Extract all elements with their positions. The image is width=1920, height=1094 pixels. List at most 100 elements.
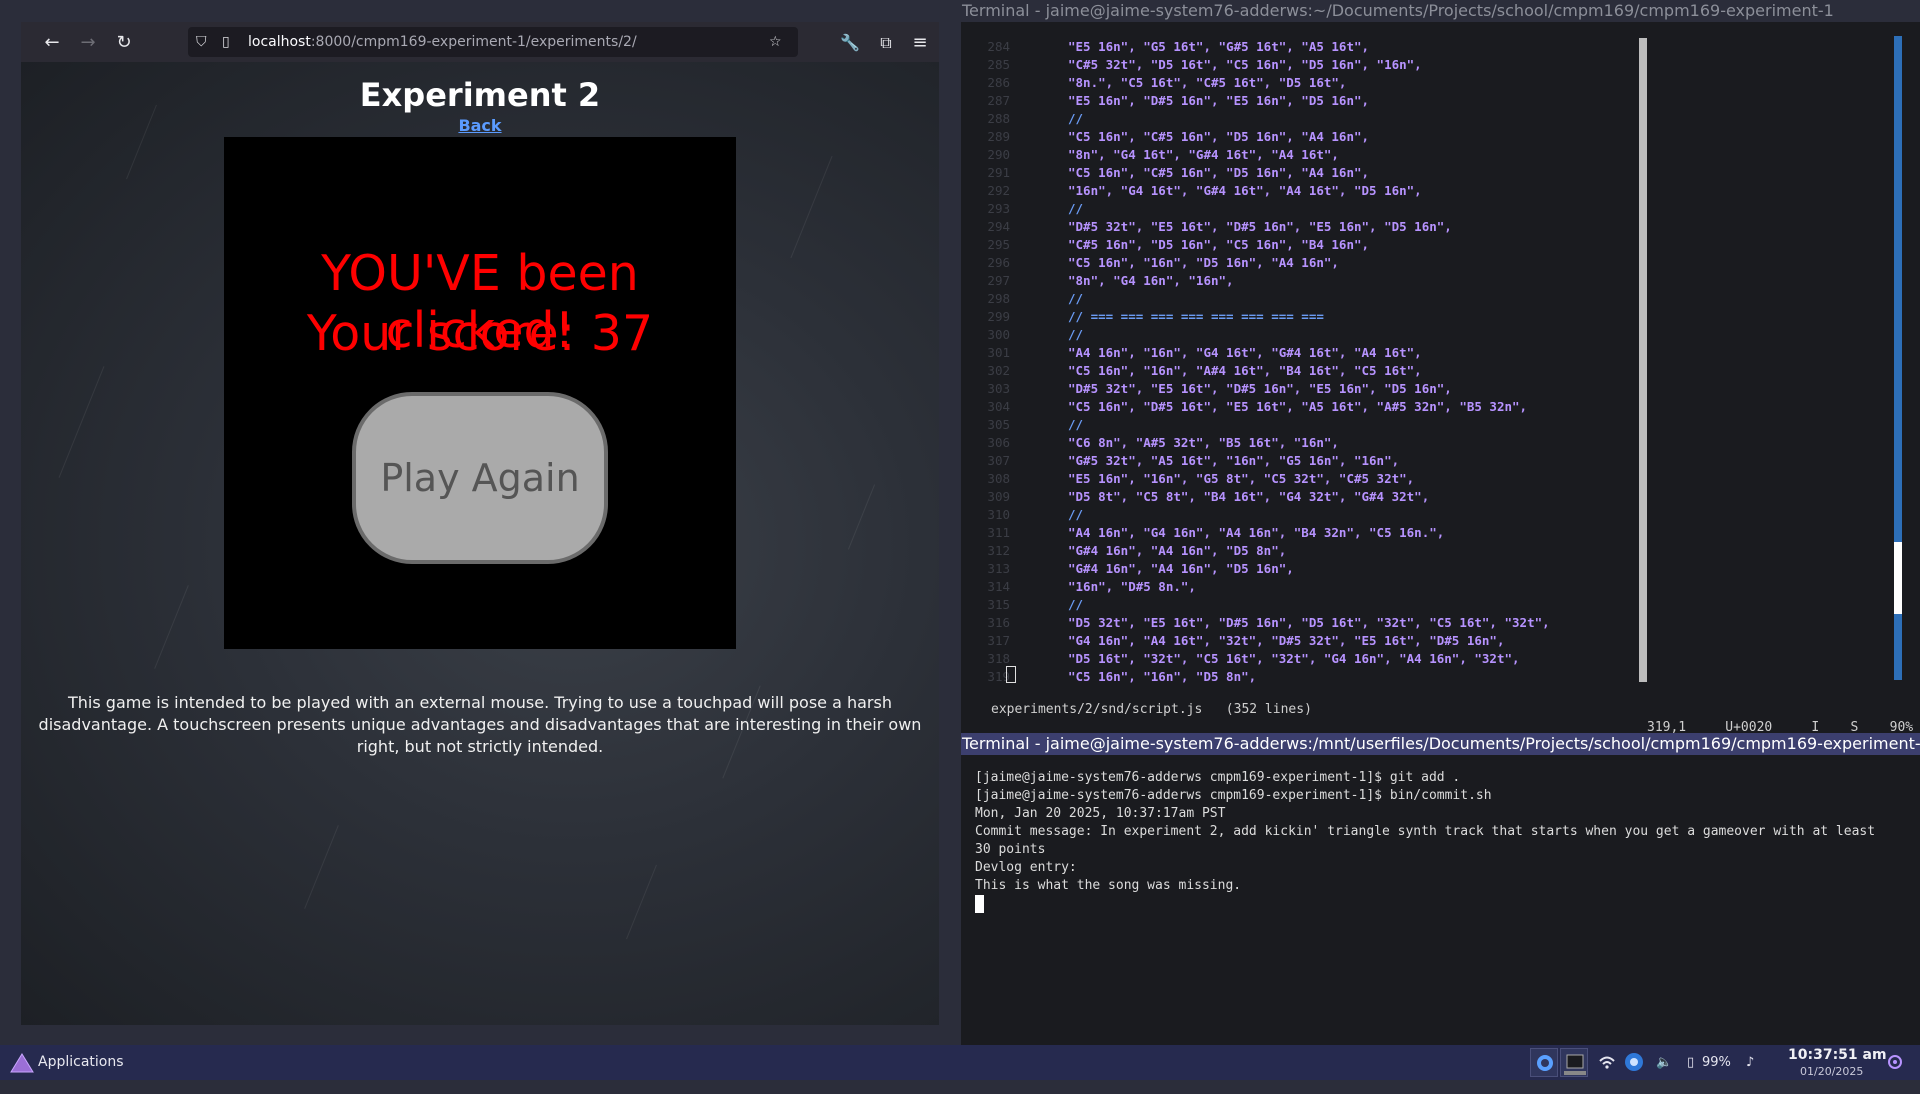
line-number: 289 [987,129,1010,144]
code-line: 313 "G#4 16n", "A4 16n", "D5 16n", [961,560,1293,578]
code-line: 301 "A4 16n", "16n", "G4 16t", "G#4 16t",… [961,344,1422,362]
code-text: "A4 16n", "G4 16n", "A4 16n", "B4 32n", … [1068,525,1445,540]
menu-icon[interactable]: ≡ [907,30,933,56]
code-text: "A4 16n", "16n", "G4 16t", "G#4 16t", "A… [1068,345,1422,360]
code-text: "G#5 32t", "A5 16t", "16n", "G5 16n", "1… [1068,453,1400,468]
line-number: 295 [987,237,1010,252]
code-text: "E5 16n", "D#5 16n", "E5 16n", "D5 16n", [1068,93,1370,108]
line-number: 290 [987,147,1010,162]
shell-line: Devlog entry: [975,860,1077,875]
url-bar[interactable]: ⛉ ▯ localhost:8000/cmpm169-experiment-1/… [188,27,798,57]
code-line: 285 "C#5 32t", "D5 16t", "C5 16n", "D5 16… [961,56,1421,74]
applications-menu-icon[interactable] [10,1053,34,1073]
terminal-1[interactable]: 284 "E5 16n", "G5 16t", "G#5 16t", "A5 16… [961,22,1920,733]
line-number: 306 [987,435,1010,450]
line-number: 304 [987,399,1010,414]
star-icon[interactable]: ☆ [769,27,782,57]
disclaimer-text: This game is intended to be played with … [38,693,922,756]
code-line: 306 "C6 8n", "A#5 32t", "B5 16t", "16n", [961,434,1339,452]
line-number: 301 [987,345,1010,360]
notification-bell-icon[interactable]: ♪ [1746,1045,1754,1080]
code-text: "C#5 16n", "D5 16n", "C5 16n", "B4 16n", [1068,237,1370,252]
shell-line: Commit message: In experiment 2, add kic… [975,824,1876,839]
line-number: 311 [987,525,1010,540]
code-line: 291 "C5 16n", "C#5 16n", "D5 16n", "A4 16… [961,164,1369,182]
line-number: 297 [987,273,1010,288]
line-number: 303 [987,381,1010,396]
shell-line: [jaime@jaime-system76-adderws cmpm169-ex… [975,788,1492,803]
code-text: // [1068,597,1084,612]
code-text: "16n", "D#5 8n.", [1068,579,1196,594]
code-line: 302 "C5 16n", "16n", "A#4 16t", "B4 16t",… [961,362,1421,380]
page-icon: ▯ [222,34,230,50]
terminal-1-scroll-thumb[interactable] [1894,542,1902,614]
code-line: 293 // [961,200,1083,218]
code-text: "E5 16n", "16n", "G5 8t", "C5 32t", "C#5… [1068,471,1415,486]
terminal-1-title[interactable]: Terminal - jaime@jaime-system76-adderws:… [961,0,1920,22]
browser-tray-icon[interactable] [1623,1045,1645,1080]
wifi-icon[interactable] [1598,1045,1616,1080]
line-number: 292 [987,183,1010,198]
score-text: Your score: 37 [306,305,654,362]
code-line: 304 "C5 16n", "D#5 16t", "E5 16t", "A5 16… [961,398,1527,416]
line-number: 299 [987,309,1010,324]
code-line: 309 "D5 8t", "C5 8t", "B4 16t", "G4 32t",… [961,488,1429,506]
code-text: "C5 16n", "C#5 16n", "D5 16n", "A4 16n", [1068,129,1370,144]
forward-arrow-icon[interactable]: → [75,30,101,56]
line-number: 291 [987,165,1010,180]
code-line: 300 // [961,326,1083,344]
code-text: "8n", "G4 16t", "G#4 16t", "A4 16t", [1068,147,1339,162]
play-again-button[interactable]: Play Again [352,392,608,564]
line-number: 300 [987,327,1010,342]
terminal-2[interactable]: [jaime@jaime-system76-adderws cmpm169-ex… [961,755,1920,1045]
session-icon[interactable] [1886,1045,1904,1080]
battery-percent: 99% [1702,1055,1731,1070]
code-text: "D#5 32t", "E5 16t", "D#5 16n", "E5 16n"… [1068,219,1452,234]
line-number: 302 [987,363,1010,378]
code-line: 284 "E5 16n", "G5 16t", "G#5 16t", "A5 16… [961,38,1369,56]
url-text[interactable]: localhost:8000/cmpm169-experiment-1/expe… [248,27,637,57]
code-line: 303 "D#5 32t", "E5 16t", "D#5 16n", "E5 1… [961,380,1452,398]
line-number: 305 [987,417,1010,432]
code-text: // [1068,417,1084,432]
code-line: 315 // [961,596,1083,614]
applications-menu-label[interactable]: Applications [38,1045,124,1080]
line-number: 315 [987,597,1010,612]
code-text: "D#5 32t", "E5 16t", "D#5 16n", "E5 16n"… [1068,381,1452,396]
vim-status-line: experiments/2/snd/script.js (352 lines) … [961,683,1920,733]
code-line: 288 // [961,110,1083,128]
battery-icon[interactable]: ▯ [1687,1045,1694,1080]
code-text: "8n.", "C5 16t", "C#5 16t", "D5 16t", [1068,75,1347,90]
code-line: 305 // [961,416,1083,434]
terminal-task-icon[interactable] [1560,1048,1588,1077]
clock-time[interactable]: 10:37:51 am [1788,1047,1887,1063]
extensions-icon[interactable]: ⧉ [873,30,899,56]
code-line: 286 "8n.", "C5 16t", "C#5 16t", "D5 16t", [961,74,1346,92]
back-arrow-icon[interactable]: ← [39,30,65,56]
line-number: 298 [987,291,1010,306]
code-text: // [1068,201,1084,216]
url-host: localhost [248,34,311,50]
code-text: "D5 32t", "E5 16t", "D#5 16n", "D5 16t",… [1068,615,1550,630]
line-number: 313 [987,561,1010,576]
taskbar: Applications 🔈 ▯ 99% ♪ 10:37:51 am 01/20… [0,1045,1920,1080]
code-text: // [1068,327,1084,342]
game-canvas[interactable]: YOU'VE been clicked! Your score: 37 Play… [224,137,736,649]
code-text: "C5 16n", "16n", "D5 8n", [1068,669,1257,684]
code-line: 299 // === === === === === === === === [961,308,1323,326]
line-number: 284 [987,39,1010,54]
clock-date[interactable]: 01/20/2025 [1800,1065,1863,1078]
reload-icon[interactable]: ↻ [111,30,137,56]
line-number: 294 [987,219,1010,234]
line-number: 288 [987,111,1010,126]
vim-scrollbar[interactable] [1639,38,1647,682]
code-text: "D5 8t", "C5 8t", "B4 16t", "G4 32t", "G… [1068,489,1430,504]
firefox-task-icon[interactable] [1530,1048,1558,1077]
back-link[interactable]: Back [458,116,501,135]
shield-icon[interactable]: ⛉ [196,27,207,57]
terminal-2-title[interactable]: Terminal - jaime@jaime-system76-adderws:… [961,733,1920,755]
code-line: 295 "C#5 16n", "D5 16n", "C5 16n", "B4 16… [961,236,1369,254]
wrench-icon[interactable]: 🔧 [837,30,863,56]
volume-icon[interactable]: 🔈 [1656,1045,1672,1080]
line-number: 286 [987,75,1010,90]
